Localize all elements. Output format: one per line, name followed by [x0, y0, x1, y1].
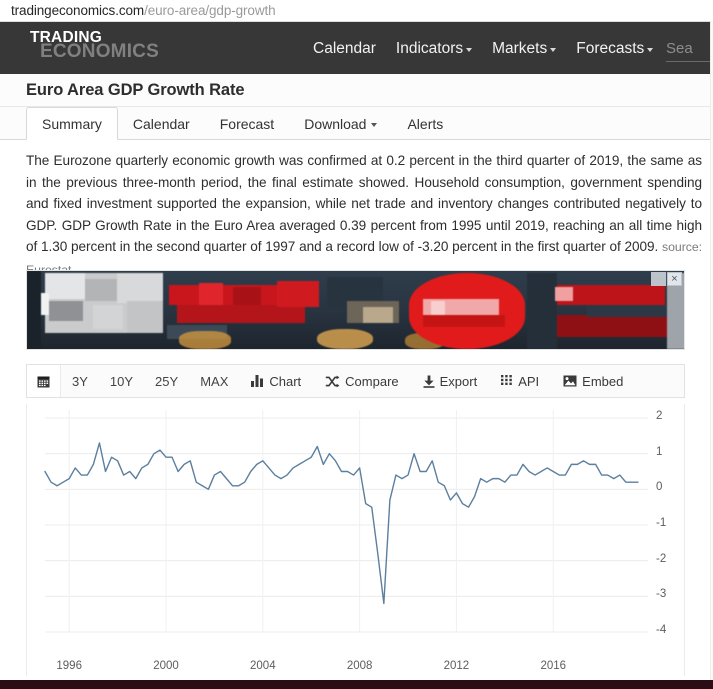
download-icon: [423, 375, 435, 388]
x-axis-tick: 2016: [540, 660, 567, 672]
search-input[interactable]: Sea: [666, 40, 713, 62]
chart-canvas: [44, 410, 648, 633]
x-axis-tick: 1996: [56, 660, 82, 672]
chevron-down-icon: [647, 47, 654, 52]
export-button[interactable]: Export: [411, 365, 490, 397]
calendar-glyph: [37, 375, 50, 388]
chart-type-button[interactable]: Chart: [239, 365, 313, 397]
y-axis-tick: -1: [656, 517, 667, 529]
bar-chart-icon: [251, 375, 264, 387]
range-button-10y[interactable]: 10Y: [99, 365, 144, 397]
nav-label: Markets: [492, 39, 548, 57]
range-label: MAX: [200, 373, 229, 389]
tab-label: Forecast: [219, 115, 275, 132]
ad-image: [27, 271, 684, 349]
compare-icon: [325, 375, 340, 388]
x-axis-tick: 2012: [443, 660, 470, 672]
embed-button-label: Embed: [582, 373, 624, 389]
tab-download[interactable]: Download: [289, 107, 392, 140]
nav-item-forecasts[interactable]: Forecasts: [576, 39, 654, 58]
compare-button-label: Compare: [345, 373, 399, 389]
tab-alerts[interactable]: Alerts: [392, 107, 458, 140]
tab-forecast[interactable]: Forecast: [205, 107, 289, 140]
range-label: 10Y: [109, 373, 134, 389]
tab-bar: Summary Calendar Forecast Download Alert…: [0, 107, 713, 140]
nav-item-markets[interactable]: Markets: [492, 39, 557, 58]
page-title: Euro Area GDP Growth Rate: [26, 81, 245, 99]
ad-banner[interactable]: ×: [26, 270, 685, 350]
tab-calendar[interactable]: Calendar: [118, 107, 205, 140]
site-logo[interactable]: TRADING ECONOMICS: [30, 30, 220, 70]
y-axis-tick: 2: [656, 410, 663, 422]
url-path: /euro-area/gdp-growth: [144, 3, 276, 18]
y-axis-tick: -3: [656, 588, 667, 601]
chart-button-label: Chart: [269, 373, 302, 389]
range-button-3y[interactable]: 3Y: [61, 365, 99, 397]
tab-summary[interactable]: Summary: [26, 107, 118, 140]
y-axis-tick: -4: [656, 624, 667, 636]
y-axis-tick: -2: [656, 552, 667, 565]
embed-button[interactable]: Embed: [551, 365, 635, 397]
chevron-down-icon: [550, 47, 557, 52]
api-button-label: API: [518, 373, 540, 389]
site-navbar: TRADING ECONOMICS Calendar Indicators Ma…: [0, 21, 713, 74]
range-button-25y[interactable]: 25Y: [144, 365, 189, 397]
nav-label: Forecasts: [576, 39, 645, 57]
y-axis-tick: 1: [656, 445, 663, 458]
tab-label: Calendar: [132, 115, 190, 132]
x-axis-tick: 2000: [153, 660, 179, 672]
address-bar[interactable]: tradingeconomics.com/euro-area/gdp-growt…: [0, 0, 713, 21]
nav-label: Calendar: [313, 39, 376, 57]
range-label: 25Y: [155, 373, 179, 389]
tab-label: Alerts: [407, 115, 444, 132]
browser-page: tradingeconomics.com/euro-area/gdp-growt…: [0, 0, 713, 689]
nav-item-indicators[interactable]: Indicators: [395, 39, 473, 58]
x-axis-tick: 2004: [250, 660, 276, 672]
compare-button[interactable]: Compare: [313, 365, 410, 397]
page-title-bar: Euro Area GDP Growth Rate: [0, 74, 713, 107]
range-button-max[interactable]: MAX: [189, 365, 239, 397]
url-host: tradingeconomics.com: [11, 3, 145, 18]
logo-text-economics: ECONOMICS: [40, 41, 159, 62]
tab-label: Download: [304, 115, 367, 132]
nav-item-calendar[interactable]: Calendar: [313, 40, 376, 58]
calendar-icon[interactable]: [27, 365, 61, 397]
summary-body: The Eurozone quarterly economic growth w…: [26, 153, 702, 254]
chevron-down-icon: [371, 122, 378, 127]
footer-strip: [0, 680, 713, 689]
y-axis-tick: 0: [656, 481, 663, 494]
close-icon[interactable]: ×: [667, 272, 682, 286]
summary-paragraph: The Eurozone quarterly economic growth w…: [26, 150, 702, 281]
gdp-growth-chart[interactable]: 2 1 0 -1 -2 -3 -4 1996 2000 2004 2008 2012 2016: [26, 404, 685, 676]
tab-label: Summary: [42, 115, 102, 132]
x-axis-tick: 2008: [346, 660, 373, 672]
ad-minimize-button[interactable]: [651, 272, 666, 286]
export-button-label: Export: [439, 373, 478, 389]
primary-nav: Calendar Indicators Markets Forecasts: [313, 22, 654, 75]
nav-label: Indicators: [395, 39, 464, 57]
range-label: 3Y: [72, 373, 88, 389]
grid-icon: [501, 375, 513, 387]
api-button[interactable]: API: [489, 365, 551, 397]
image-icon: [563, 375, 577, 387]
chevron-down-icon: [466, 47, 473, 52]
chart-toolbar: 3Y 10Y 25Y MAX Chart Compare Export API …: [26, 364, 685, 398]
